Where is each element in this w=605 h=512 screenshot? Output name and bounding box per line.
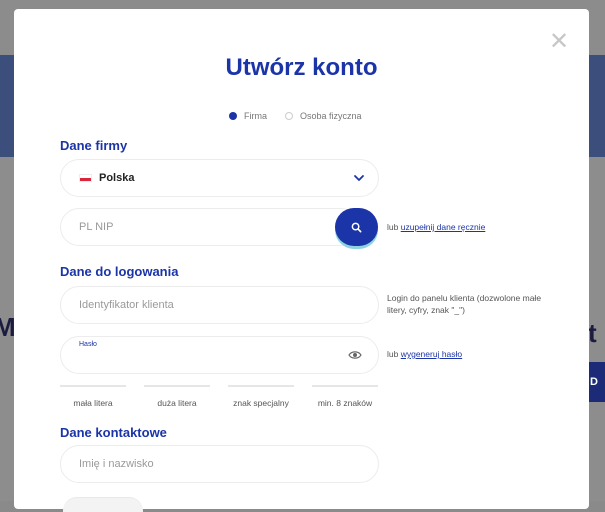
- create-account-modal: ✕ Utwórz konto Firma Osoba fizyczna Dane…: [14, 9, 589, 512]
- password-label: Hasło: [79, 341, 97, 348]
- client-id-placeholder: Identyfikator klienta: [79, 299, 174, 311]
- strength-bar: [228, 385, 294, 387]
- radio-selected-icon[interactable]: [229, 112, 237, 120]
- generate-password-link[interactable]: wygeneruj hasło: [401, 349, 462, 359]
- nip-input[interactable]: PL NIP: [60, 208, 360, 246]
- next-field-partial: [63, 497, 143, 512]
- strength-rule-label: znak specjalny: [233, 398, 289, 408]
- eye-icon[interactable]: [348, 349, 362, 361]
- strength-rule-label: mała litera: [73, 398, 113, 408]
- generate-password-text: lub wygeneruj hasło: [387, 348, 462, 360]
- section-contact-title: Dane kontaktowe: [60, 425, 167, 440]
- full-name-placeholder: Imię i nazwisko: [79, 458, 154, 470]
- close-icon[interactable]: ✕: [547, 30, 571, 55]
- section-company-title: Dane firmy: [60, 138, 128, 153]
- nip-search-button[interactable]: [335, 208, 378, 246]
- strength-rule: znak specjalny: [228, 385, 294, 408]
- strength-rule: duża litera: [144, 385, 210, 408]
- full-name-input[interactable]: Imię i nazwisko: [60, 445, 379, 483]
- account-type-selector: Firma Osoba fizyczna: [229, 111, 380, 121]
- account-type-company-label: Firma: [244, 111, 267, 121]
- modal-title: Utwórz konto: [225, 54, 378, 81]
- manual-entry-link[interactable]: uzupełnij dane ręcznie: [401, 222, 486, 232]
- manual-entry-prefix: lub: [387, 222, 401, 232]
- country-select-value: Polska: [99, 172, 135, 184]
- generate-password-prefix: lub: [387, 349, 401, 359]
- account-type-person-label: Osoba fizyczna: [300, 111, 362, 121]
- radio-unselected-icon[interactable]: [285, 112, 293, 120]
- strength-rule: min. 8 znaków: [312, 385, 378, 408]
- client-id-input[interactable]: Identyfikator klienta: [60, 286, 379, 324]
- poland-flag-icon: [79, 174, 92, 182]
- manual-entry-text: lub uzupełnij dane ręcznie: [387, 221, 485, 233]
- country-select[interactable]: Polska: [60, 159, 379, 197]
- background-heading-right: t: [588, 318, 597, 348]
- password-input[interactable]: Hasło: [60, 336, 379, 374]
- strength-bar: [60, 385, 126, 387]
- account-type-person[interactable]: Osoba fizyczna: [285, 111, 362, 121]
- nip-input-placeholder: PL NIP: [79, 221, 114, 233]
- account-type-company[interactable]: Firma: [229, 111, 267, 121]
- strength-bar: [144, 385, 210, 387]
- chevron-down-icon[interactable]: [352, 171, 366, 185]
- section-login-title: Dane do logowania: [60, 264, 179, 279]
- password-strength-indicator: mała litera duża litera znak specjalny m…: [60, 385, 380, 415]
- search-icon: [351, 222, 362, 232]
- strength-rule-label: duża litera: [157, 398, 197, 408]
- strength-rule: mała litera: [60, 385, 126, 408]
- client-id-hint: Login do panelu klienta (dozwolone małe …: [387, 293, 542, 315]
- strength-rule-label: min. 8 znaków: [317, 398, 373, 408]
- strength-bar: [312, 385, 378, 387]
